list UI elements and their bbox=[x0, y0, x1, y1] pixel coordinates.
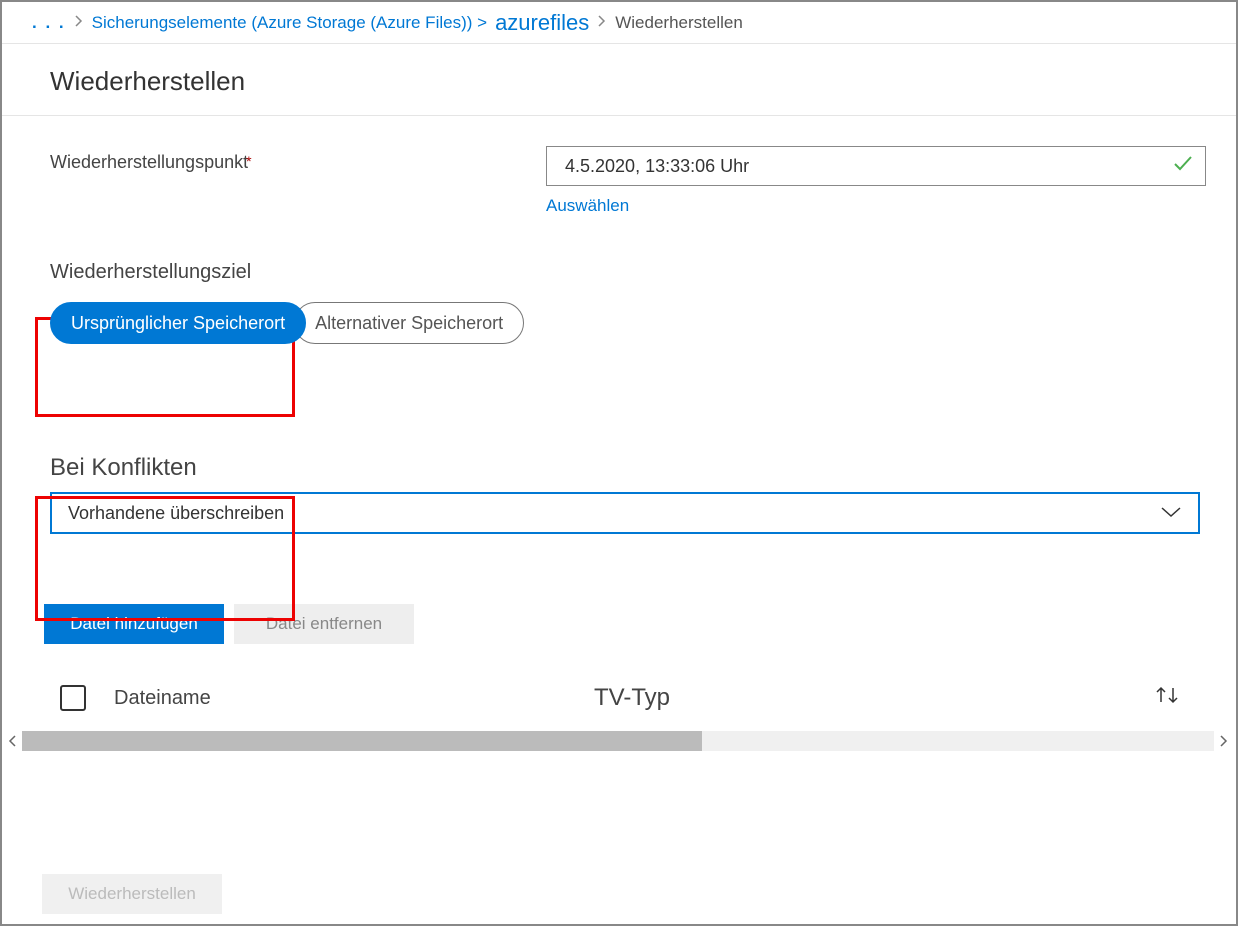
breadcrumb: . . . Sicherungselemente (Azure Storage … bbox=[2, 2, 1236, 44]
breadcrumb-azurefiles[interactable]: azurefiles bbox=[495, 10, 589, 36]
column-filename[interactable]: Dateiname bbox=[114, 687, 594, 710]
pill-original-location[interactable]: Ursprünglicher Speicherort bbox=[50, 302, 306, 344]
restore-point-input[interactable]: 4.5.2020, 13:33:06 Uhr bbox=[546, 146, 1206, 186]
chevron-right-icon bbox=[597, 13, 607, 33]
restore-point-label: Wiederherstellungspunkt* bbox=[50, 146, 546, 173]
breadcrumb-backup-items[interactable]: Sicherungselemente (Azure Storage (Azure… bbox=[92, 13, 487, 33]
page-title-area: Wiederherstellen bbox=[2, 44, 1236, 116]
checkmark-icon bbox=[1171, 151, 1195, 181]
restore-destination-label: Wiederherstellungsziel bbox=[50, 261, 1206, 284]
scroll-right-icon[interactable] bbox=[1214, 734, 1234, 748]
conflicts-label: Bei Konflikten bbox=[50, 454, 1206, 482]
pill-alternative-location[interactable]: Alternativer Speicherort bbox=[294, 302, 524, 344]
restore-point-row: Wiederherstellungspunkt* 4.5.2020, 13:33… bbox=[50, 146, 1206, 216]
restore-button[interactable]: Wiederherstellen bbox=[42, 874, 222, 914]
highlight-conflicts bbox=[35, 496, 295, 621]
required-star-icon: * bbox=[246, 153, 251, 169]
sort-icon[interactable] bbox=[1154, 684, 1180, 712]
restore-destination-toggle: Ursprünglicher Speicherort Alternativer … bbox=[50, 302, 1206, 344]
restore-point-value: 4.5.2020, 13:33:06 Uhr bbox=[565, 156, 749, 177]
scroll-left-icon[interactable] bbox=[2, 734, 22, 748]
select-all-checkbox[interactable] bbox=[60, 685, 86, 711]
chevron-down-icon bbox=[1160, 503, 1182, 524]
scroll-thumb[interactable] bbox=[22, 731, 702, 751]
chevron-right-icon bbox=[74, 13, 84, 33]
select-restore-point-link[interactable]: Auswählen bbox=[546, 196, 629, 216]
breadcrumb-ellipsis[interactable]: . . . bbox=[32, 13, 66, 33]
scroll-track[interactable] bbox=[22, 731, 1214, 751]
file-table-header: Dateiname TV-Typ bbox=[50, 684, 1200, 712]
breadcrumb-current: Wiederherstellen bbox=[615, 13, 743, 33]
horizontal-scrollbar[interactable] bbox=[2, 730, 1234, 752]
page-title: Wiederherstellen bbox=[50, 66, 1236, 97]
column-type[interactable]: TV-Typ bbox=[594, 684, 1154, 712]
